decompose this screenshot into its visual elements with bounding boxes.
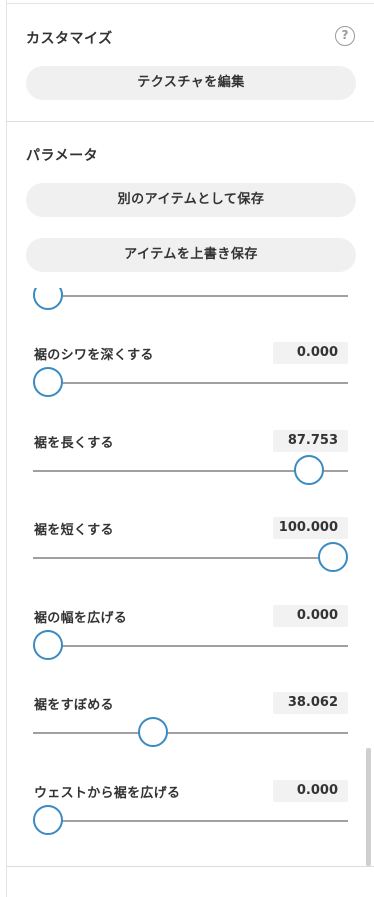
slider-label: 裾のシワを深くする	[34, 348, 154, 363]
slider-track[interactable]	[33, 819, 348, 822]
slider-track[interactable]	[33, 732, 348, 734]
slider-label: 裾を短くする	[34, 523, 114, 538]
slider-label: 裾の幅を広げる	[34, 610, 128, 626]
top-border	[6, 0, 374, 4]
slider-thumb[interactable]	[318, 542, 348, 572]
bottom-divider	[6, 866, 374, 867]
slider-track[interactable]	[33, 644, 348, 647]
slider-label: 裾を長くする	[34, 435, 114, 451]
save-as-new-item-button[interactable]: 別のアイテムとして保存	[26, 183, 356, 217]
slider-label: 裾をすぼめる	[34, 698, 114, 713]
slider-thumb[interactable]	[33, 629, 63, 660]
slider-value-field[interactable]: 38.062	[273, 692, 348, 714]
customize-title: カスタマイズ	[26, 31, 113, 47]
section-divider	[6, 121, 374, 122]
slider-value-field[interactable]: 87.753	[273, 429, 348, 452]
overwrite-item-button[interactable]: アイテムを上書き保存	[26, 238, 356, 272]
slider-thumb[interactable]	[294, 454, 325, 485]
scrollbar[interactable]	[366, 748, 371, 866]
slider-label: ウェストから裾を広げる	[34, 785, 181, 801]
slider-track[interactable]	[33, 557, 348, 559]
slider-value-field[interactable]: 100.000	[273, 517, 348, 539]
slider-thumb[interactable]	[33, 367, 63, 397]
slider-thumb[interactable]	[137, 717, 168, 747]
slider-track[interactable]	[33, 382, 348, 384]
question-circle-icon[interactable]: ?	[335, 26, 355, 46]
slider-value-field[interactable]: 0.000	[273, 604, 348, 627]
parameters-title: パラメータ	[26, 148, 99, 164]
slider-value-field[interactable]: 0.000	[273, 779, 348, 802]
slider-thumb[interactable]	[33, 804, 63, 835]
edit-texture-button[interactable]: テクスチャを編集	[26, 66, 356, 100]
slider-track[interactable]	[33, 295, 348, 297]
slider-value-field[interactable]: 0.000	[273, 342, 348, 364]
